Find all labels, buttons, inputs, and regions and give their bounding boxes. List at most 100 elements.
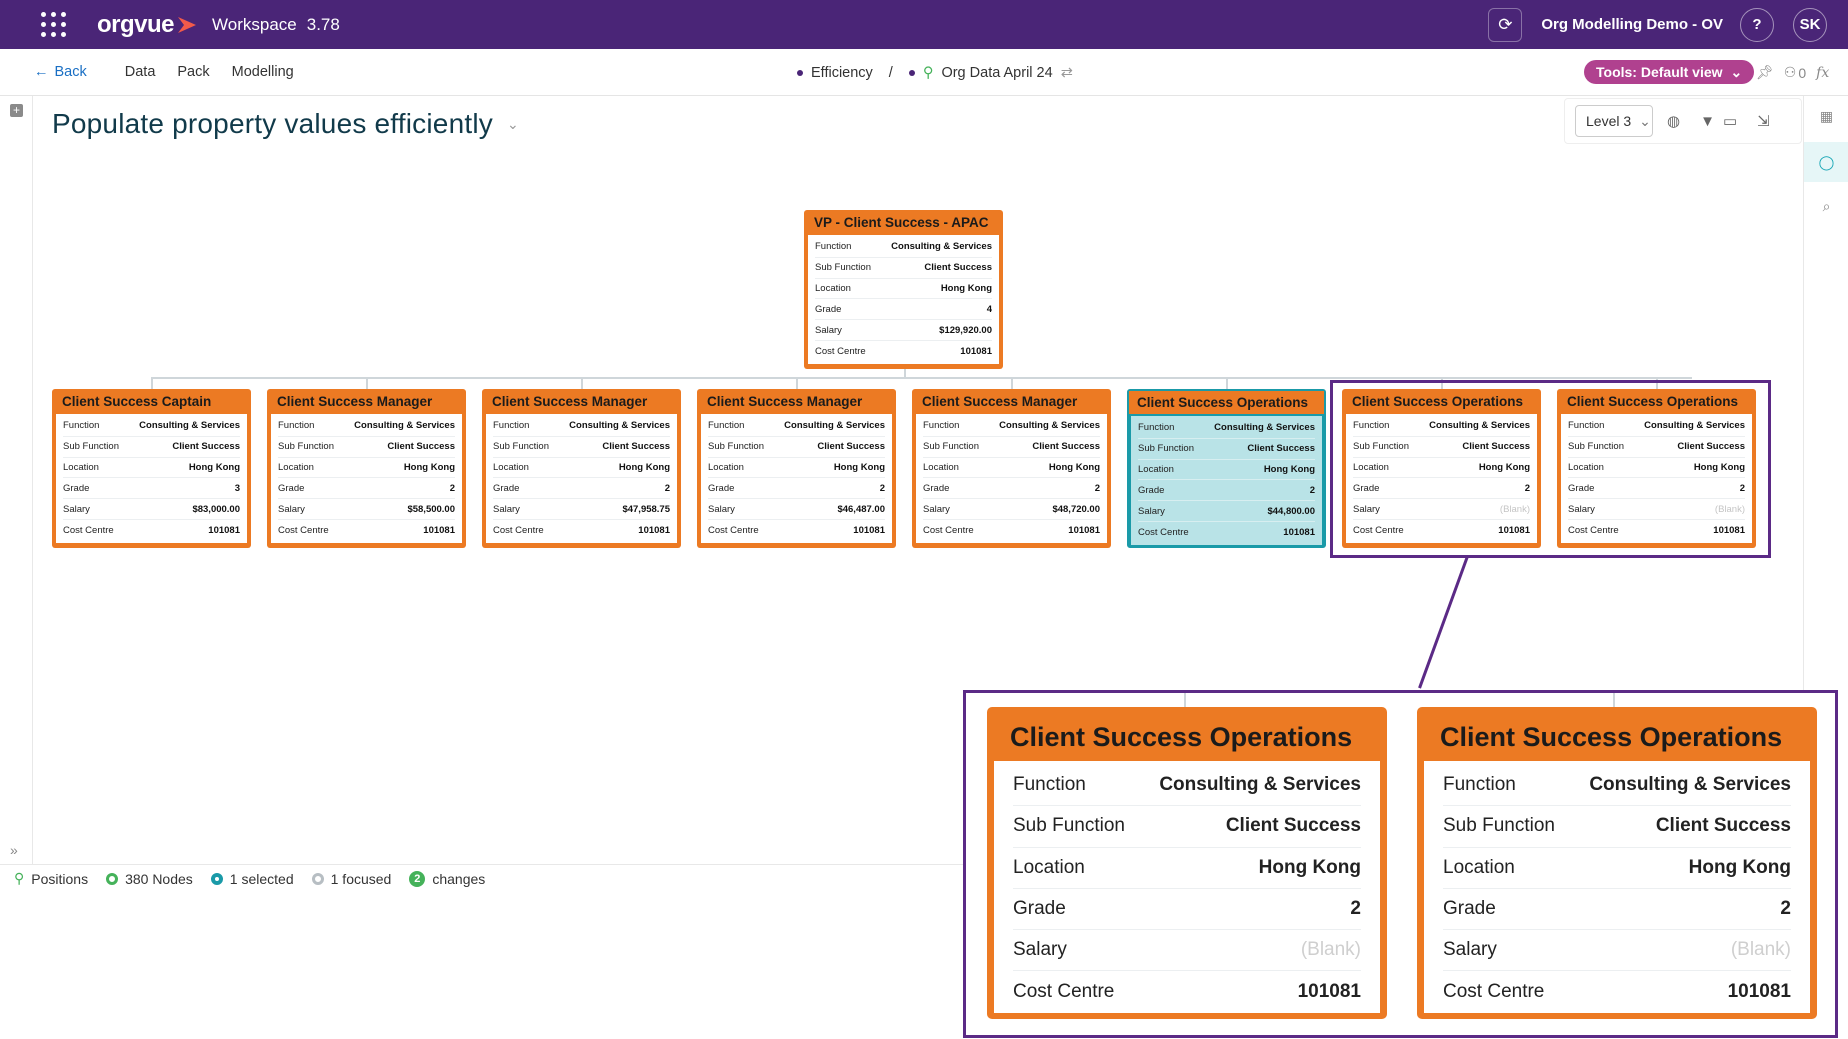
field-value: 2 [1094,482,1100,494]
refresh-button[interactable]: ⟳ [1488,7,1523,42]
positions-status[interactable]: ⚲ Positions [14,870,88,887]
selected-status[interactable]: 1 selected [210,870,294,887]
level-select[interactable]: Level 3 ⌄ [1575,105,1653,137]
pin-icon[interactable]: 📌︎ [1756,64,1774,81]
crumb-efficiency[interactable]: Efficiency [811,65,873,81]
back-label: Back [54,64,87,80]
field-label: Grade [1443,898,1496,920]
dot-icon [797,69,803,76]
position-card[interactable]: Client Success Manager Function Consultin… [482,389,681,548]
selected-label: 1 selected [229,870,294,887]
tools-dropdown[interactable]: Tools: Default view ⌄ [1584,60,1755,84]
back-button[interactable]: ← Back [34,64,87,80]
changes-status[interactable]: 2 changes [409,870,485,887]
field-value: Client Success [387,441,455,453]
field-value: $47,958.75 [622,503,670,515]
zoomed-position-card: Client Success Operations Function Consul… [1417,707,1817,1019]
positions-label: Positions [31,870,89,887]
field-label: Salary [708,503,735,515]
orgvue-logo[interactable]: orgvue [97,11,198,39]
nav-modelling[interactable]: Modelling [232,64,294,80]
position-card[interactable]: Client Success Manager Function Consultin… [697,389,896,548]
users-icon[interactable]: ⚇ [1784,64,1797,81]
field-value: Hong Kong [403,461,455,473]
nav-data[interactable]: Data [125,64,156,80]
app-launcher-icon[interactable] [41,11,67,38]
field-value: Hong Kong [618,461,670,473]
formula-icon[interactable]: fx [1816,65,1829,81]
filter-icon[interactable]: ▼ [1700,113,1715,130]
add-icon[interactable]: + [10,104,23,117]
card-title: Client Success Operations [1129,391,1324,414]
crumb-dataset[interactable]: Org Data April 24 [941,65,1052,81]
field-label: Grade [278,482,305,494]
help-button[interactable]: ? [1740,7,1774,42]
field-value: Consulting & Services [354,420,455,432]
field-value: Hong Kong [940,282,992,294]
connector-line [1613,693,1615,707]
field-value: Hong Kong [1048,461,1100,473]
field-label: Cost Centre [63,524,114,536]
field-label: Salary [815,324,842,336]
field-label: Grade [923,482,950,494]
field-label: Cost Centre [1138,526,1189,538]
export-icon[interactable]: ⇲ [1757,112,1770,130]
changes-badge: 2 [409,870,426,887]
field-value: 101081 [1283,526,1315,538]
field-value: Consulting & Services [999,420,1100,432]
globe-icon[interactable]: ◍ [1667,112,1680,130]
chevron-down-icon: ⌄ [1730,63,1743,80]
field-value: Client Success [924,262,992,274]
selection-panel-icon[interactable]: ◯ [1804,142,1848,182]
comment-icon[interactable]: ▭ [1723,112,1737,130]
field-value: Hong Kong [188,461,240,473]
dot-icon [908,69,915,76]
search-icon[interactable]: ⌕ [1804,186,1848,226]
field-value: 101081 [1068,524,1100,536]
focused-status[interactable]: 1 focused [311,871,391,887]
nav-bar: ← Back Data Pack Modelling Efficiency / … [0,49,1848,96]
field-label: Sub Function [63,441,119,453]
sync-icon[interactable]: ⇄ [1061,65,1073,81]
field-value: Consulting & Services [1159,774,1361,796]
field-label: Salary [278,503,305,515]
highlight-frame [1330,380,1771,558]
connector-line [1011,377,1013,389]
position-card[interactable]: Client Success Manager Function Consultin… [267,389,466,548]
field-value: 4 [986,303,992,315]
nav-pack[interactable]: Pack [177,64,209,80]
field-value: 3 [234,482,240,494]
position-card-selected[interactable]: Client Success Operations Function Consul… [1127,389,1326,548]
field-value: 101081 [1297,981,1361,1003]
position-card[interactable]: Client Success Manager Function Consultin… [912,389,1111,548]
status-bar: ⚲ Positions 380 Nodes 1 selected 1 focus… [0,864,963,892]
card-title: VP - Client Success - APAC [814,215,989,230]
expand-panel-icon[interactable]: » [10,842,18,858]
version-label: 3.78 [306,14,340,34]
position-card[interactable]: Client Success Captain Function Consultin… [52,389,251,548]
crumb-separator: / [888,64,893,81]
zoomed-position-card: Client Success Operations Function Consul… [987,707,1387,1019]
field-label: Location [1443,856,1515,878]
field-label: Salary [63,503,90,515]
nodes-status[interactable]: 380 Nodes [106,871,193,887]
user-avatar[interactable]: SK [1793,7,1827,42]
field-label: Grade [493,482,520,494]
field-label: Location [1138,463,1174,475]
connector-line [366,377,368,389]
field-label: Salary [1443,939,1497,961]
field-label: Function [63,420,100,432]
view-controls: Level 3 ⌄ ◍ ▼ ▭ ⇲ [1564,98,1802,144]
zoom-callout: Client Success Operations Function Consul… [963,690,1838,1038]
field-label: Sub Function [923,441,979,453]
page-title[interactable]: Populate property values efficiently ⌄ [52,108,519,140]
field-label: Location [923,461,959,473]
field-label: Grade [63,482,90,494]
field-value: (Blank) [1730,939,1791,961]
connector-line [1226,377,1228,389]
project-name[interactable]: Org Modelling Demo - OV [1541,16,1723,33]
position-card-root[interactable]: VP - Client Success - APAC Function Consu… [804,210,1003,369]
field-label: Sub Function [1013,815,1125,837]
card-title: Client Success Manager [492,394,648,409]
chart-panel-icon[interactable]: ▦ [1804,96,1848,136]
